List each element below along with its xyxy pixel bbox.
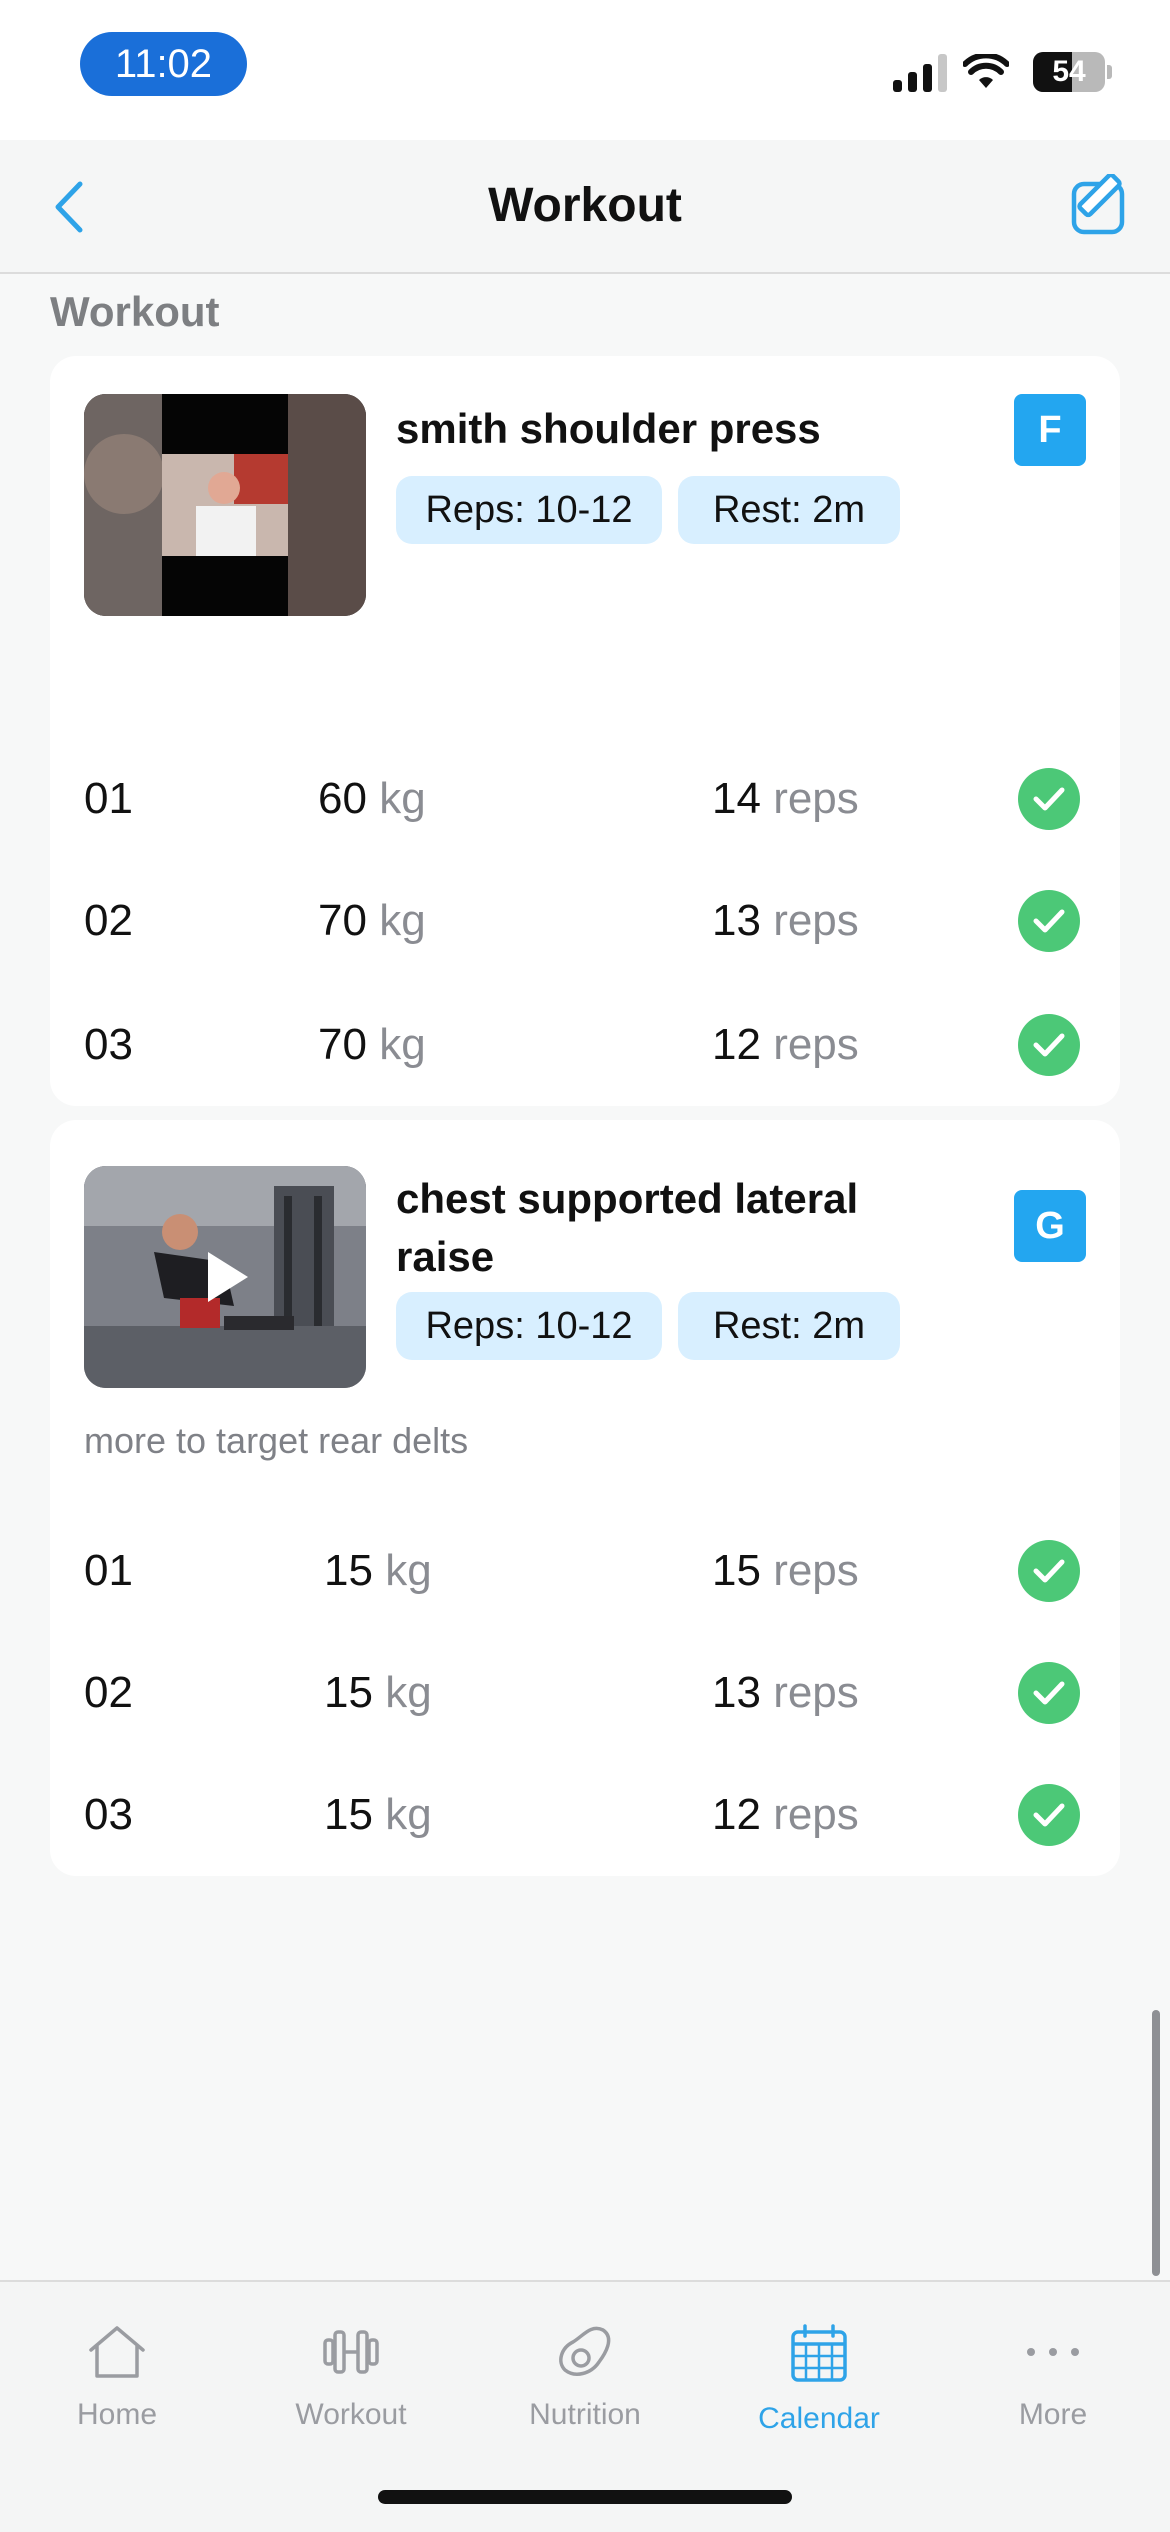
completed-check-icon[interactable] [1018, 1784, 1080, 1846]
status-icons: 54 [893, 50, 1112, 94]
completed-check-icon[interactable] [1018, 768, 1080, 830]
page-title: Workout [488, 179, 682, 232]
superset-badge: G [1014, 1190, 1086, 1262]
exercise-card[interactable]: smith shoulder press Reps: 10-12 Rest: 2… [50, 356, 1120, 1106]
set-number: 03 [84, 1790, 133, 1839]
play-icon[interactable] [202, 1248, 252, 1306]
home-indicator[interactable] [378, 2490, 792, 2504]
rest-time-tag: Rest: 2m [678, 476, 900, 544]
set-reps: 12 reps [712, 1020, 859, 1069]
nav-bar: Workout [0, 140, 1170, 274]
home-icon [89, 2326, 145, 2378]
tab-workout[interactable]: Workout [234, 2300, 468, 2460]
tab-label: More [1018, 2398, 1088, 2431]
tab-label: Calendar [758, 2402, 880, 2435]
tab-label: Nutrition [529, 2398, 641, 2431]
set-weight: 15 kg [324, 1546, 432, 1595]
exercise-note: more to target rear delts [84, 1420, 469, 1461]
reps-range-tag: Reps: 10-12 [396, 1292, 662, 1360]
set-weight: 60 kg [318, 774, 426, 823]
more-dots-icon [1027, 2348, 1079, 2356]
set-row[interactable]: 01 15 kg 15 reps [50, 1534, 1120, 1614]
edit-icon[interactable] [1068, 174, 1134, 240]
completed-check-icon[interactable] [1018, 890, 1080, 952]
battery-level: 54 [1052, 55, 1086, 88]
set-reps: 12 reps [712, 1790, 859, 1839]
tab-label: Home [76, 2398, 158, 2431]
set-reps: 13 reps [712, 1668, 859, 1717]
section-label: Workout [50, 288, 220, 335]
set-number: 02 [84, 1668, 133, 1717]
video-frame-image [84, 394, 366, 616]
set-row[interactable]: 02 15 kg 13 reps [50, 1656, 1120, 1736]
set-row[interactable]: 03 15 kg 12 reps [50, 1778, 1120, 1858]
set-number: 03 [84, 1020, 133, 1069]
completed-check-icon[interactable] [1018, 1540, 1080, 1602]
dumbbell-icon [323, 2330, 379, 2374]
completed-check-icon[interactable] [1018, 1014, 1080, 1076]
set-reps: 14 reps [712, 774, 859, 823]
exercise-name: smith shoulder press [396, 405, 821, 452]
cellular-signal-icon [893, 52, 947, 92]
completed-check-icon[interactable] [1018, 1662, 1080, 1724]
set-number: 01 [84, 1546, 133, 1595]
set-row[interactable]: 02 70 kg 13 reps [50, 884, 1120, 964]
status-time: 11:02 [80, 32, 247, 96]
tab-more[interactable]: More [936, 2300, 1170, 2460]
wifi-icon [963, 54, 1009, 88]
exercise-card[interactable]: chest supported lateral raise Reps: 10-1… [50, 1120, 1120, 1876]
avocado-icon [559, 2326, 611, 2376]
tab-calendar[interactable]: Calendar [702, 2300, 936, 2460]
set-weight: 70 kg [318, 896, 426, 945]
exercise-video-thumbnail[interactable] [84, 1166, 366, 1388]
scrollbar[interactable] [1152, 2010, 1160, 2276]
set-weight: 15 kg [324, 1668, 432, 1717]
tab-home[interactable]: Home [0, 2300, 234, 2460]
reps-range-tag: Reps: 10-12 [396, 476, 662, 544]
superset-badge: F [1014, 394, 1086, 466]
exercise-video-thumbnail[interactable] [84, 394, 366, 616]
set-number: 01 [84, 774, 133, 823]
set-row[interactable]: 01 60 kg 14 reps [50, 762, 1120, 842]
set-row[interactable]: 03 70 kg 12 reps [50, 1008, 1120, 1088]
rest-time-tag: Rest: 2m [678, 1292, 900, 1360]
exercise-name: chest supported lateral raise [396, 1175, 859, 1280]
set-number: 02 [84, 896, 133, 945]
calendar-icon [791, 2324, 847, 2382]
tab-label: Workout [295, 2398, 407, 2431]
status-bar: 11:02 54 [0, 0, 1170, 140]
tab-nutrition[interactable]: Nutrition [468, 2300, 702, 2460]
set-reps: 13 reps [712, 896, 859, 945]
set-weight: 70 kg [318, 1020, 426, 1069]
set-reps: 15 reps [712, 1546, 859, 1595]
battery-icon: 54 [1033, 52, 1105, 92]
battery-tip [1107, 65, 1112, 79]
set-weight: 15 kg [324, 1790, 432, 1839]
